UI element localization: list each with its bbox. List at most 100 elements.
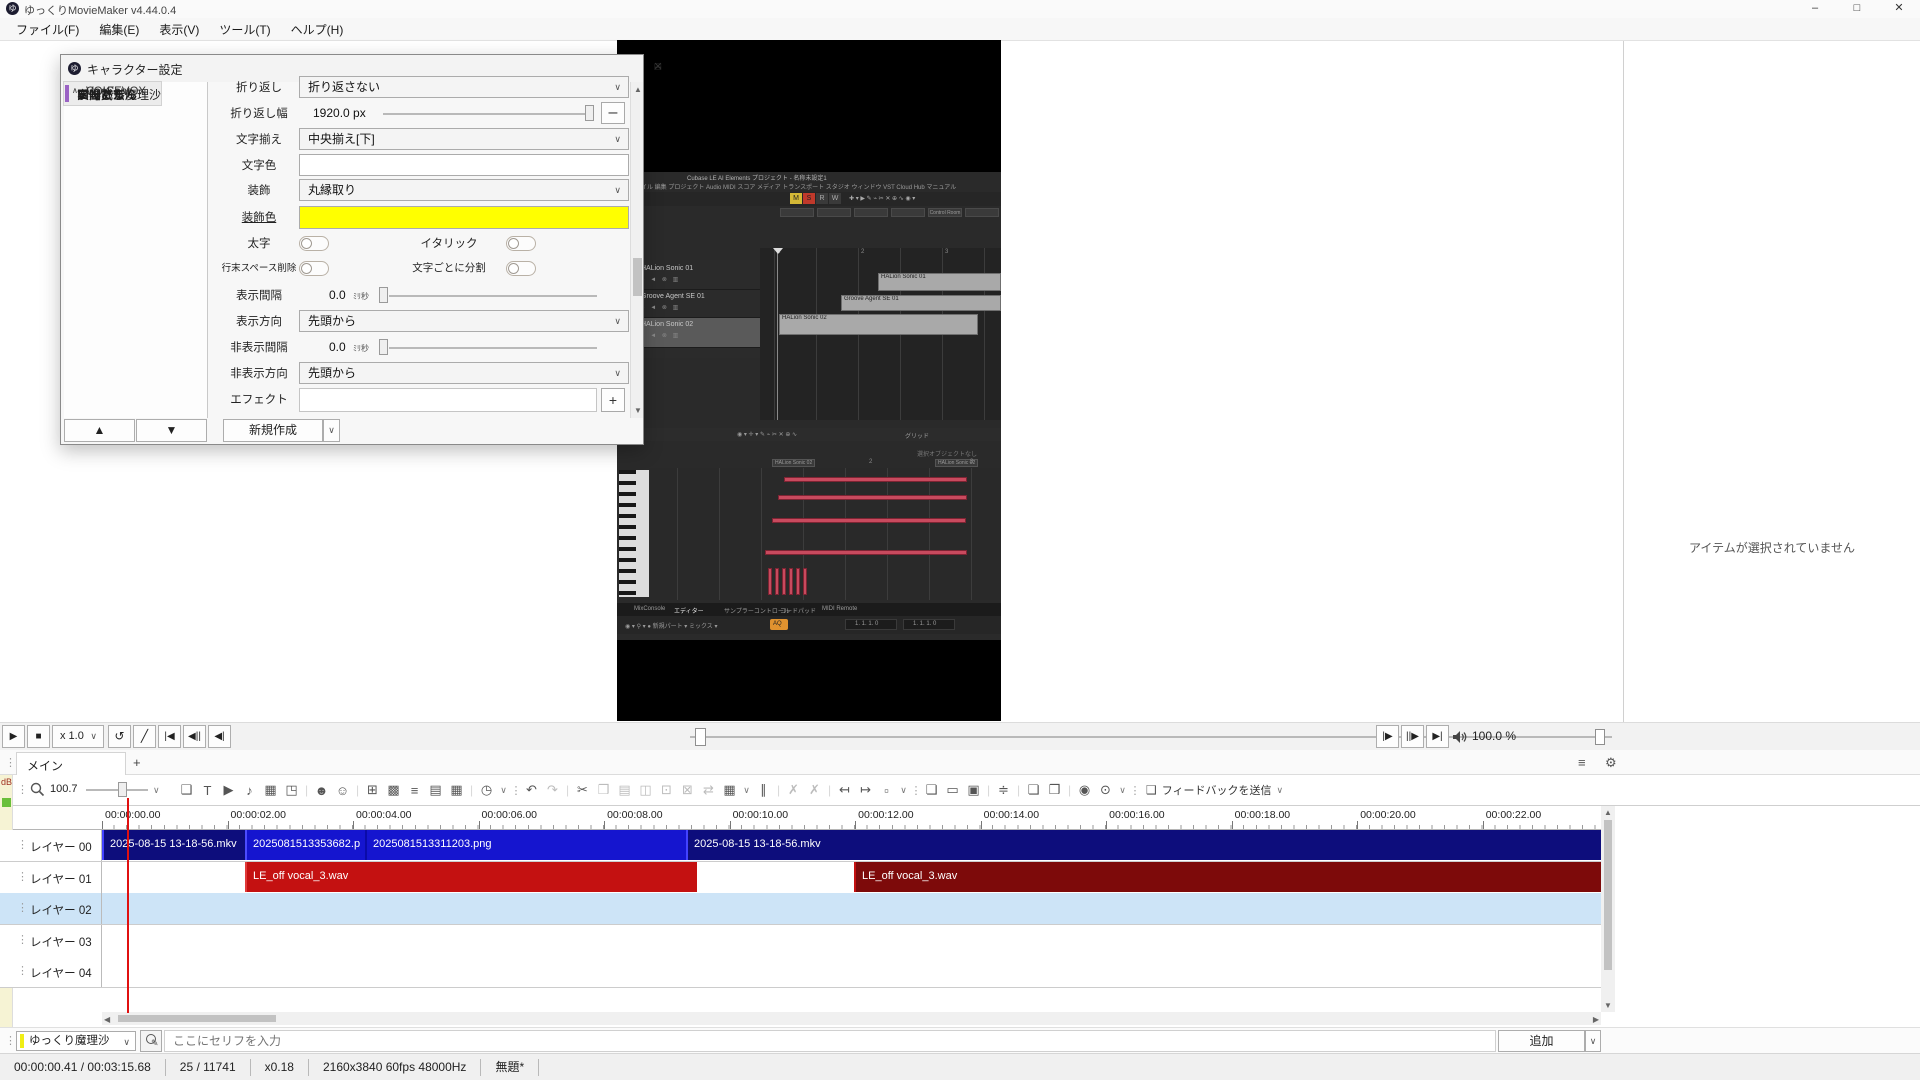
wrap-width-slider[interactable] (383, 113, 593, 115)
table-more-icon[interactable]: ∨ (740, 785, 753, 796)
move-character-up-button[interactable]: ▲ (64, 419, 135, 442)
tab-main[interactable]: メイン (16, 752, 126, 775)
dialog-scroll-thumb[interactable] (633, 258, 642, 296)
feedback-button[interactable]: ❑ フィードバックを送信 ∨ (1140, 782, 1289, 798)
decoration-color-field[interactable] (299, 206, 629, 229)
toolbar-grip-icon[interactable]: ⋮ (17, 783, 28, 796)
delete-icon[interactable]: ✗ (783, 782, 804, 798)
speaker-icon[interactable] (1452, 730, 1467, 744)
effect-field[interactable] (299, 388, 597, 412)
timeline-clip[interactable]: LE_off vocal_3.wav (245, 861, 697, 892)
scroll-down-icon[interactable]: ▼ (1604, 1001, 1612, 1010)
add-tab-button[interactable]: + (133, 755, 141, 770)
hide-interval-handle[interactable] (379, 339, 388, 355)
move-character-down-button[interactable]: ▼ (136, 419, 207, 442)
wrap-select[interactable]: 折り返さない ∨ (299, 76, 629, 98)
paste-insert-icon[interactable]: ◫ (635, 782, 656, 798)
image-item-icon[interactable]: ▦ (260, 782, 281, 798)
wrap-width-minus-button[interactable]: – (601, 102, 625, 124)
step-back-button[interactable]: |◀ (158, 725, 181, 748)
group-item-icon[interactable]: ▤ (425, 782, 446, 798)
frame-item-icon[interactable]: ⊞ (362, 782, 383, 798)
camera-frame-icon[interactable]: ⊙ (1095, 782, 1116, 798)
redo-icon[interactable]: ↷ (542, 782, 563, 798)
timeline-clip[interactable]: LE_off vocal_3.wav (854, 861, 1601, 892)
timeline-clip[interactable]: 2025081513311203.png (365, 830, 686, 860)
wait-item-icon[interactable]: ◷ (476, 782, 497, 798)
timeline-ruler[interactable]: 00:00:00.00 00:00:02.00 00:00:04.00 00:00:0… (13, 806, 1601, 830)
scroll-right-icon[interactable]: ▶ (1593, 1015, 1599, 1024)
decoration-select[interactable]: 丸縁取り ∨ (299, 179, 629, 201)
undo-icon[interactable]: ↶ (521, 782, 542, 798)
audio-item-icon[interactable]: ♪ (239, 783, 260, 798)
pattern-item-icon[interactable]: ▦ (446, 782, 467, 798)
toolbar-grip-icon[interactable]: ⋮ (1129, 784, 1141, 797)
italic-toggle[interactable] (506, 236, 536, 251)
character-select[interactable]: ゆっくり魔理沙 ∨ (16, 1031, 136, 1051)
bold-toggle[interactable] (299, 236, 329, 251)
trim-space-toggle[interactable] (299, 261, 329, 276)
open-project-icon[interactable]: ▭ (942, 782, 963, 798)
move-right-icon[interactable]: ↦ (855, 782, 876, 798)
shape-item-icon[interactable]: ◳ (281, 782, 302, 798)
hide-interval-slider[interactable] (389, 347, 597, 349)
add-effect-button[interactable]: + (601, 388, 625, 412)
zoom-slider[interactable] (86, 789, 148, 791)
new-project-icon[interactable]: ❏ (921, 782, 942, 798)
show-direction-select[interactable]: 先頭から ∨ (299, 310, 629, 332)
stop-button[interactable]: ■ (27, 725, 50, 748)
wrap-width-value[interactable]: 1920.0 px (313, 106, 366, 120)
menu-view[interactable]: 表示(V) (149, 18, 209, 41)
layer-grip-icon[interactable]: ⋮ (17, 964, 28, 977)
new-character-button[interactable]: 新規作成 (223, 419, 323, 442)
add-serif-options-button[interactable]: ∨ (1585, 1030, 1601, 1052)
capture-more-icon[interactable]: ∨ (1116, 785, 1129, 796)
layer-header[interactable]: ⋮ レイヤー 01 (13, 861, 102, 893)
zoom-handle[interactable] (118, 782, 127, 797)
video-item-icon[interactable]: ▶ (218, 782, 239, 798)
swap-icon[interactable]: ⇄ (698, 782, 719, 798)
layer-header[interactable]: ⋮ レイヤー 02 (13, 893, 102, 925)
v-scroll-thumb[interactable] (1604, 820, 1612, 970)
save-project-icon[interactable]: ▣ (963, 782, 984, 798)
seek-handle[interactable] (695, 728, 706, 746)
step-forward-button[interactable]: ||▶ (1401, 725, 1424, 748)
toolbar-grip-icon[interactable]: ⋮ (910, 784, 922, 797)
menu-edit[interactable]: 編集(E) (89, 18, 149, 41)
split-icon[interactable]: ∥ (753, 782, 774, 798)
speed-select[interactable]: x 1.0 ∨ (52, 725, 104, 748)
new-character-options-button[interactable]: ∨ (323, 419, 340, 442)
timeline-clip[interactable]: 2025-08-15 13-18-56.mkv (102, 830, 245, 860)
layer-header[interactable]: ⋮ レイヤー 04 (13, 956, 102, 988)
step-back-button[interactable]: ◀|| (183, 725, 206, 748)
repeat-button[interactable]: ↺ (108, 725, 131, 748)
maximize-button[interactable]: □ (1836, 0, 1878, 18)
timeline-clip[interactable]: 2025081513353682.p (245, 830, 365, 860)
menu-help[interactable]: ヘルプ(H) (281, 18, 354, 41)
align-select[interactable]: 中央揃え[下] ∨ (299, 128, 629, 150)
layer-header[interactable]: ⋮ レイヤー 03 (13, 924, 102, 956)
add-serif-button[interactable]: 追加 (1498, 1030, 1585, 1052)
lock-icon[interactable]: ⊠ (677, 782, 698, 798)
move-left-icon[interactable]: ↤ (834, 782, 855, 798)
dialog-close-button[interactable]: ✕ (641, 55, 675, 81)
step-forward-button[interactable]: ▶| (1426, 725, 1449, 748)
delete-group-icon[interactable]: ✗ (804, 782, 825, 798)
face-item-icon[interactable]: ☺ (332, 783, 353, 798)
item-more-icon[interactable]: ∨ (497, 785, 510, 796)
text-color-field[interactable] (299, 154, 629, 176)
playhead[interactable] (127, 798, 129, 1013)
mixer-icon[interactable]: ≑ (993, 782, 1014, 798)
menu-file[interactable]: ファイル(F) (6, 18, 89, 41)
menu-tools[interactable]: ツール(T) (209, 18, 280, 41)
tab-grip-icon[interactable]: ⋮ (5, 756, 16, 769)
curve-edit-button[interactable]: ╱ (133, 725, 156, 748)
play-button[interactable]: ▶ (2, 725, 25, 748)
subtitle-item-icon[interactable]: ❑ (176, 782, 197, 798)
tachie-item-icon[interactable]: ☻ (311, 783, 332, 798)
text-item-icon[interactable]: T (197, 783, 218, 798)
cut-icon[interactable]: ✂ (572, 782, 593, 798)
wrap-width-handle[interactable] (585, 105, 594, 121)
layer-grip-icon[interactable]: ⋮ (17, 870, 28, 883)
scroll-left-icon[interactable]: ◀ (104, 1015, 110, 1024)
